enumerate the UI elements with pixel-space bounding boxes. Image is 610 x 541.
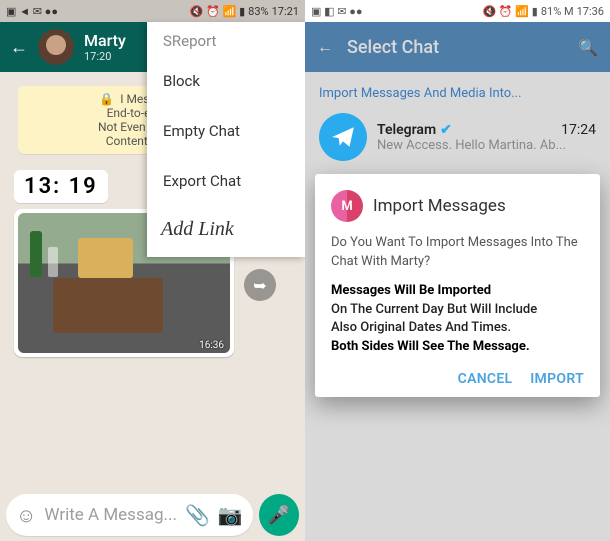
share-icon: ➥ — [253, 276, 266, 295]
last-seen: 17:20 — [84, 50, 126, 63]
dialog-actions: CANCEL IMPORT — [331, 367, 584, 387]
chat-preview: New Access. Hello Martina. Ab... — [377, 138, 596, 153]
menu-export-chat[interactable]: Export Chat — [147, 156, 305, 206]
header-title-block[interactable]: Marty 17:20 — [84, 31, 126, 63]
dialog-avatar: M — [331, 190, 363, 222]
back-icon[interactable]: ← — [10, 37, 28, 58]
status-bar: ▣ ◧ ✉ ●● 🔇 ⏰ 📶 ▮ 81% M 17:36 — [305, 0, 610, 22]
telegram-avatar — [319, 113, 367, 161]
bottle-shape — [30, 231, 42, 277]
status-left-icons: ▣ ◄ ✉ ●● — [6, 5, 58, 18]
chat-row-telegram[interactable]: Telegram ✔ 17:24 New Access. Hello Marti… — [305, 107, 610, 167]
paper-plane-icon — [330, 124, 356, 150]
message-input[interactable]: ☺ Write A Messag... 📎 📷 — [6, 494, 253, 536]
battery-pct: 81% M — [541, 5, 574, 18]
page-title: Select Chat — [347, 37, 564, 58]
back-icon[interactable]: ← — [317, 37, 333, 57]
clock: 17:21 — [272, 5, 299, 18]
mic-icon: 🎤 — [268, 505, 290, 526]
status-right-icons: 🔇 ⏰ 📶 ▮ 81% M 17:36 — [483, 5, 605, 18]
chat-name: Telegram ✔ — [377, 122, 452, 138]
status-bar: ▣ ◄ ✉ ●● 🔇 ⏰ 📶 ▮ 83% 17:21 — [0, 0, 305, 22]
menu-empty-chat[interactable]: Empty Chat — [147, 106, 305, 156]
contact-avatar[interactable] — [38, 29, 74, 65]
composer-bar: ☺ Write A Messag... 📎 📷 🎤 — [0, 489, 305, 541]
verified-icon: ✔ — [440, 122, 452, 138]
glass-shape — [48, 247, 58, 277]
timestamp-bubble: 13: 19 — [14, 170, 108, 203]
menu-add-link[interactable]: Add Link — [147, 206, 305, 257]
attach-icon[interactable]: 📎 — [185, 503, 210, 527]
contact-name: Marty — [84, 31, 126, 50]
dialog-title-row: M Import Messages — [331, 190, 584, 222]
import-button[interactable]: IMPORT — [530, 371, 584, 387]
image-time: 16:36 — [199, 340, 224, 351]
search-icon[interactable]: 🔍 — [578, 38, 598, 57]
chat-time: 17:24 — [561, 122, 596, 138]
menu-block[interactable]: Block — [147, 56, 305, 106]
cancel-button[interactable]: CANCEL — [458, 371, 513, 387]
lock-icon: 🔒 — [99, 92, 114, 106]
whatsapp-screen: ▣ ◄ ✉ ●● 🔇 ⏰ 📶 ▮ 83% 17:21 ← Marty 17:20… — [0, 0, 305, 541]
emoji-icon[interactable]: ☺ — [16, 503, 36, 528]
menu-search-icon[interactable]: SReport — [147, 22, 305, 56]
camera-icon[interactable]: 📷 — [218, 503, 243, 527]
input-placeholder: Write A Messag... — [44, 505, 177, 525]
status-left-icons: ▣ ◧ ✉ ●● — [311, 5, 362, 18]
import-hint: Import Messages And Media Into... — [305, 72, 610, 107]
telegram-header: ← Select Chat 🔍 — [305, 22, 610, 72]
dialog-question: Do You Want To Import Messages Into The … — [331, 234, 584, 272]
import-dialog: M Import Messages Do You Want To Import … — [315, 174, 600, 397]
status-right-icons: 🔇 ⏰ 📶 ▮ 83% 17:21 — [190, 5, 299, 18]
overflow-menu: SReport Block Empty Chat Export Chat Add… — [147, 22, 305, 257]
clock: 17:36 — [577, 5, 604, 18]
forward-button[interactable]: ➥ — [244, 269, 276, 301]
menu-report: Report — [172, 32, 217, 50]
mic-button[interactable]: 🎤 — [259, 494, 299, 536]
dialog-info: Messages Will Be Imported On The Current… — [331, 282, 584, 357]
telegram-screen: ▣ ◧ ✉ ●● 🔇 ⏰ 📶 ▮ 81% M 17:36 ← Select Ch… — [305, 0, 610, 541]
battery-pct: 83% — [248, 5, 268, 18]
dialog-title: Import Messages — [373, 196, 506, 216]
